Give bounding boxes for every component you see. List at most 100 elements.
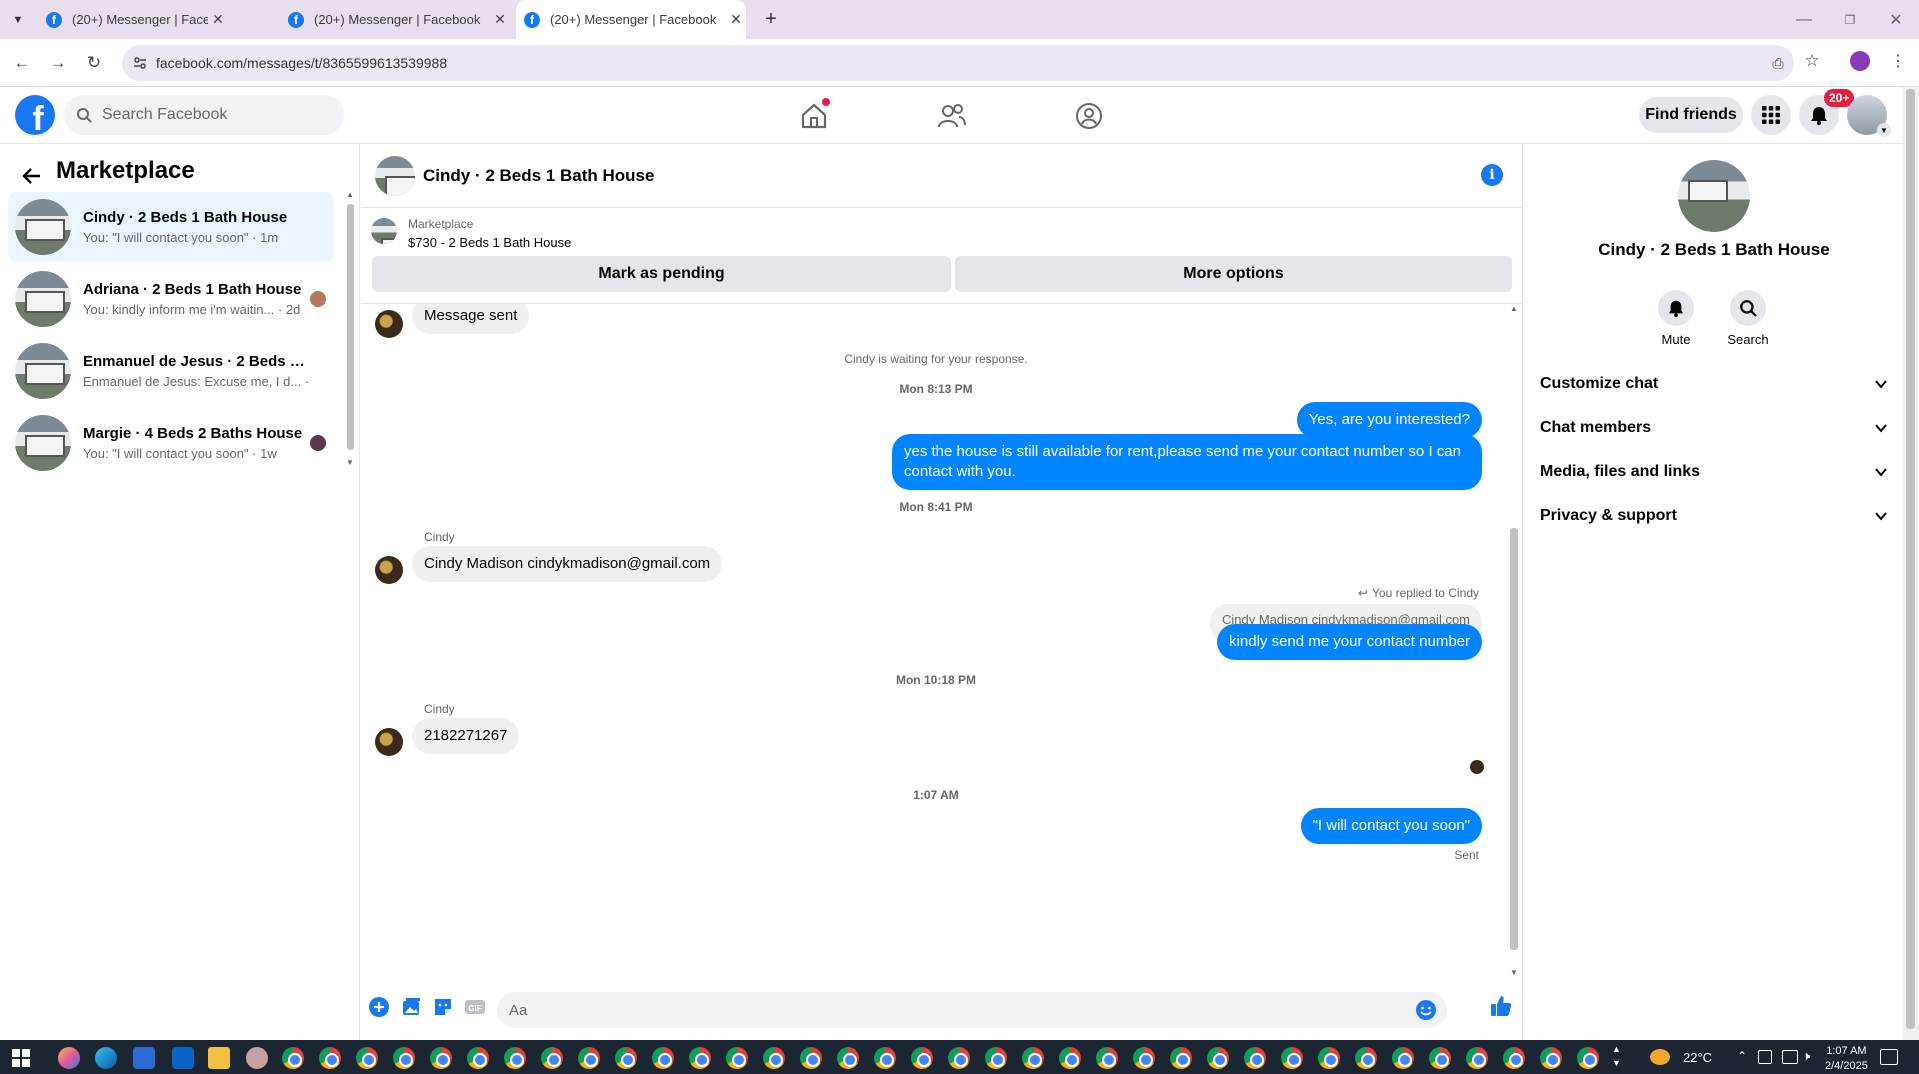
outlook-icon[interactable]: [172, 1047, 194, 1069]
groups-icon[interactable]: [1074, 101, 1104, 131]
chrome-icon[interactable]: [504, 1047, 526, 1069]
message-bubble-outgoing[interactable]: yes the house is still available for ren…: [892, 434, 1482, 490]
address-bar[interactable]: facebook.com/messages/t/8365599613539988: [122, 45, 1794, 81]
page-scrollbar[interactable]: [1902, 87, 1919, 1040]
privacy-support-section[interactable]: Privacy & support: [1540, 494, 1888, 538]
weather-icon[interactable]: [1650, 1049, 1670, 1065]
copilot-icon[interactable]: [58, 1047, 80, 1069]
tray-app-icon[interactable]: [1758, 1050, 1772, 1064]
info-icon[interactable]: i: [1481, 164, 1503, 186]
chrome-icon[interactable]: [393, 1047, 415, 1069]
scrollbar-thumb[interactable]: [1510, 528, 1518, 950]
network-icon[interactable]: [1782, 1050, 1798, 1064]
chrome-icon[interactable]: [911, 1047, 933, 1069]
media-files-links-section[interactable]: Media, files and links: [1540, 450, 1888, 494]
chrome-icon[interactable]: [763, 1047, 785, 1069]
chrome-icon[interactable]: [1392, 1047, 1414, 1069]
message-bubble-incoming[interactable]: Cindy Madison cindykmadison@gmail.com: [412, 546, 723, 582]
browser-tab-1[interactable]: f (20+) Messenger | Facebook ✕: [38, 0, 228, 39]
chrome-icon[interactable]: [1466, 1047, 1488, 1069]
chrome-icon[interactable]: [1059, 1047, 1081, 1069]
facebook-search-input[interactable]: Search Facebook: [64, 95, 344, 135]
app-icon[interactable]: [246, 1047, 268, 1069]
tray-chevron-icon[interactable]: ⌃: [1737, 1049, 1747, 1063]
emoji-icon[interactable]: [1415, 999, 1437, 1021]
chrome-icon[interactable]: [1170, 1047, 1192, 1069]
message-bubble-incoming[interactable]: 2182271267: [412, 718, 520, 754]
bookmark-star-icon[interactable]: ☆: [1802, 51, 1822, 71]
plus-circle-icon[interactable]: [368, 996, 390, 1018]
chrome-icon[interactable]: [985, 1047, 1007, 1069]
back-arrow-icon[interactable]: ←: [10, 51, 34, 75]
browser-menu-icon[interactable]: ⋮: [1888, 51, 1908, 71]
store-icon[interactable]: [133, 1047, 155, 1069]
minimize-window-icon[interactable]: —: [1794, 10, 1814, 30]
menu-grid-icon[interactable]: [1751, 95, 1791, 135]
chrome-icon[interactable]: [726, 1047, 748, 1069]
close-tab-icon[interactable]: ✕: [208, 11, 228, 28]
chrome-icon[interactable]: [1577, 1047, 1599, 1069]
install-app-icon[interactable]: ⎙: [1768, 53, 1788, 73]
chrome-icon[interactable]: [1022, 1047, 1044, 1069]
back-arrow-icon[interactable]: [20, 164, 44, 188]
profile-icon[interactable]: [1850, 51, 1870, 71]
scroll-down-icon[interactable]: ▼: [346, 458, 354, 467]
chrome-icon[interactable]: [282, 1047, 304, 1069]
scrollbar-thumb[interactable]: [347, 204, 354, 450]
chat-title[interactable]: Cindy · 2 Beds 1 Bath House: [423, 166, 654, 186]
chrome-icon[interactable]: [1096, 1047, 1118, 1069]
message-bubble-outgoing[interactable]: kindly send me your contact number: [1217, 624, 1482, 660]
chrome-icon[interactable]: [1133, 1047, 1155, 1069]
chrome-icon[interactable]: [1429, 1047, 1451, 1069]
conversation-item-cindy[interactable]: Cindy · 2 Beds 1 Bath House You: "I will…: [8, 192, 334, 262]
weather-temperature[interactable]: 22°C: [1683, 1050, 1712, 1065]
browser-tab-2[interactable]: f (20+) Messenger | Facebook ✕: [280, 0, 510, 39]
chat-members-section[interactable]: Chat members: [1540, 406, 1888, 450]
chrome-icon[interactable]: [356, 1047, 378, 1069]
tab-list-chevron-icon[interactable]: ▼: [10, 12, 26, 28]
scroll-up-icon[interactable]: ▲: [1510, 304, 1518, 313]
chrome-icon[interactable]: [1540, 1047, 1562, 1069]
scroll-up-icon[interactable]: ▲: [346, 190, 354, 199]
chrome-icon[interactable]: [1281, 1047, 1303, 1069]
system-clock[interactable]: 1:07 AM 2/4/2025: [1825, 1044, 1868, 1074]
chrome-icon[interactable]: [837, 1047, 859, 1069]
chrome-icon[interactable]: [615, 1047, 637, 1069]
notification-center-icon[interactable]: [1880, 1049, 1898, 1065]
chrome-icon[interactable]: [652, 1047, 674, 1069]
chrome-icon[interactable]: [1503, 1047, 1525, 1069]
chrome-icon[interactable]: [541, 1047, 563, 1069]
chrome-icon[interactable]: [1318, 1047, 1340, 1069]
message-bubble-outgoing[interactable]: Yes, are you interested?: [1296, 402, 1482, 438]
mark-as-pending-button[interactable]: Mark as pending: [372, 256, 951, 292]
conversation-avatar[interactable]: [1678, 160, 1750, 232]
chrome-icon[interactable]: [1355, 1047, 1377, 1069]
conversation-item-margie[interactable]: Margie · 4 Beds 2 Baths House You: "I wi…: [8, 408, 334, 478]
friends-icon[interactable]: [937, 101, 967, 131]
conversation-item-enmanuel[interactable]: Enmanuel de Jesus · 2 Beds 1 Ba... Enman…: [8, 336, 334, 406]
chrome-icon[interactable]: [578, 1047, 600, 1069]
chrome-icon[interactable]: [467, 1047, 489, 1069]
search-in-conversation-button[interactable]: Search: [1718, 290, 1778, 347]
new-tab-plus-icon[interactable]: +: [760, 8, 782, 30]
message-bubble-incoming[interactable]: Message sent: [412, 304, 530, 334]
message-bubble-outgoing[interactable]: "I will contact you soon": [1300, 808, 1482, 844]
facebook-logo-icon[interactable]: f: [15, 95, 55, 135]
account-avatar[interactable]: ▼: [1847, 95, 1891, 137]
conversation-item-adriana[interactable]: Adriana · 2 Beds 1 Bath House You: kindl…: [8, 264, 334, 334]
scrollbar-thumb[interactable]: [1906, 89, 1915, 1029]
edge-browser-icon[interactable]: [95, 1047, 117, 1069]
chrome-icon[interactable]: [800, 1047, 822, 1069]
customize-chat-section[interactable]: Customize chat: [1540, 362, 1888, 406]
chrome-icon[interactable]: [1207, 1047, 1229, 1069]
site-info-icon[interactable]: [132, 55, 148, 71]
close-window-icon[interactable]: ✕: [1886, 10, 1906, 30]
sticker-icon[interactable]: [432, 996, 454, 1018]
thumbs-up-icon[interactable]: [1489, 994, 1513, 1018]
close-tab-icon[interactable]: ✕: [490, 11, 510, 28]
photo-gallery-icon[interactable]: [400, 996, 422, 1018]
chrome-icon[interactable]: [689, 1047, 711, 1069]
gif-icon[interactable]: GIF: [464, 996, 486, 1018]
mute-button[interactable]: Mute: [1646, 290, 1706, 347]
scroll-down-icon[interactable]: ▼: [1510, 968, 1518, 977]
